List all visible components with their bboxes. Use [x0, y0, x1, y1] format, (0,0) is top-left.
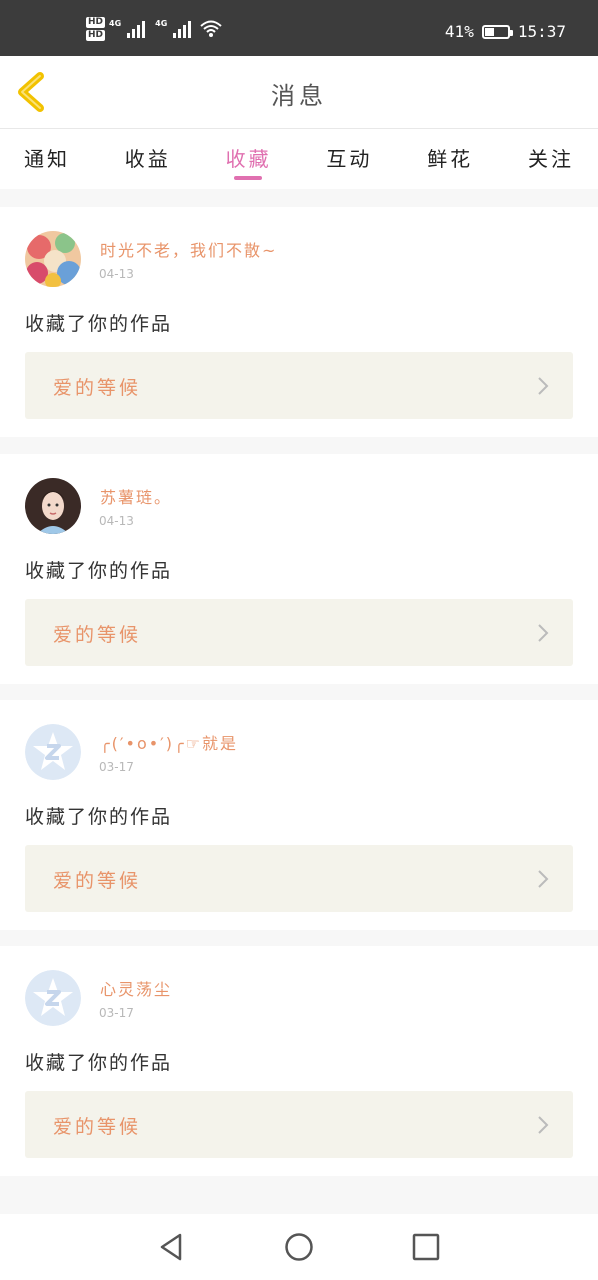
status-right: 41% 15:37 [445, 22, 566, 41]
back-triangle-icon[interactable] [156, 1231, 188, 1263]
qq-default-avatar-icon[interactable] [25, 724, 81, 780]
notification-card: 时光不老，我们不散~ 04-13 收藏了你的作品 爱的等候 [0, 207, 598, 437]
action-text: 收藏了你的作品 [25, 313, 173, 335]
page-title: 消息 [271, 82, 327, 110]
avatar[interactable] [25, 478, 81, 534]
tab-flowers[interactable]: 鲜花 [427, 129, 473, 189]
chevron-right-icon [538, 1116, 549, 1134]
signal-icon [127, 20, 146, 38]
hd-icon: HD [86, 17, 106, 28]
status-bar: HD HD 4G 4G 41% 15:37 [0, 0, 598, 56]
wifi-icon [200, 20, 222, 37]
chevron-right-icon [538, 377, 549, 395]
tab-notice[interactable]: 通知 [24, 129, 70, 189]
timestamp: 04-13 [99, 514, 134, 528]
username[interactable]: ╭(′•ο•′)╭☞就是 [100, 730, 238, 754]
home-circle-icon[interactable] [283, 1231, 315, 1263]
chevron-right-icon [538, 624, 549, 642]
tab-bar: 通知 收益 收藏 互动 鲜花 关注 [0, 129, 598, 189]
network-type: 4G [109, 18, 122, 28]
status-left: HD HD 4G 4G [86, 14, 223, 44]
tab-favorites[interactable]: 收藏 [226, 129, 272, 189]
work-link[interactable]: 爱的等候 [25, 352, 573, 419]
chevron-right-icon [538, 870, 549, 888]
timestamp: 03-17 [99, 1006, 134, 1020]
battery-icon [481, 24, 513, 39]
work-link[interactable]: 爱的等候 [25, 1091, 573, 1158]
notification-card: 苏薯琏。 04-13 收藏了你的作品 爱的等候 [0, 454, 598, 684]
tab-follow[interactable]: 关注 [528, 129, 574, 189]
username[interactable]: 心灵荡尘 [100, 976, 172, 1000]
work-title: 爱的等候 [53, 870, 142, 892]
recents-square-icon[interactable] [410, 1231, 442, 1263]
notification-card: 心灵荡尘 03-17 收藏了你的作品 爱的等候 [0, 946, 598, 1176]
network-type: 4G [155, 18, 168, 28]
avatar[interactable] [25, 231, 81, 287]
clock: 15:37 [517, 22, 566, 41]
timestamp: 04-13 [99, 267, 134, 281]
work-link[interactable]: 爱的等候 [25, 845, 573, 912]
hd-icon: HD [86, 30, 106, 41]
tab-interaction[interactable]: 互动 [326, 129, 372, 189]
system-nav-bar [0, 1214, 598, 1280]
username[interactable]: 苏薯琏。 [100, 484, 172, 508]
qq-default-avatar-icon[interactable] [25, 970, 81, 1026]
work-title: 爱的等候 [53, 624, 142, 646]
work-link[interactable]: 爱的等候 [25, 599, 573, 666]
tab-earnings[interactable]: 收益 [125, 129, 171, 189]
app-header: 消息 [0, 56, 598, 129]
work-title: 爱的等候 [53, 377, 142, 399]
action-text: 收藏了你的作品 [25, 560, 173, 582]
action-text: 收藏了你的作品 [25, 1052, 173, 1074]
username[interactable]: 时光不老，我们不散~ [100, 237, 277, 261]
timestamp: 03-17 [99, 760, 134, 774]
action-text: 收藏了你的作品 [25, 806, 173, 828]
battery-percent: 41% [444, 22, 474, 41]
notification-card: ╭(′•ο•′)╭☞就是 03-17 收藏了你的作品 爱的等候 [0, 700, 598, 930]
work-title: 爱的等候 [53, 1116, 142, 1138]
signal-icon [173, 20, 192, 38]
